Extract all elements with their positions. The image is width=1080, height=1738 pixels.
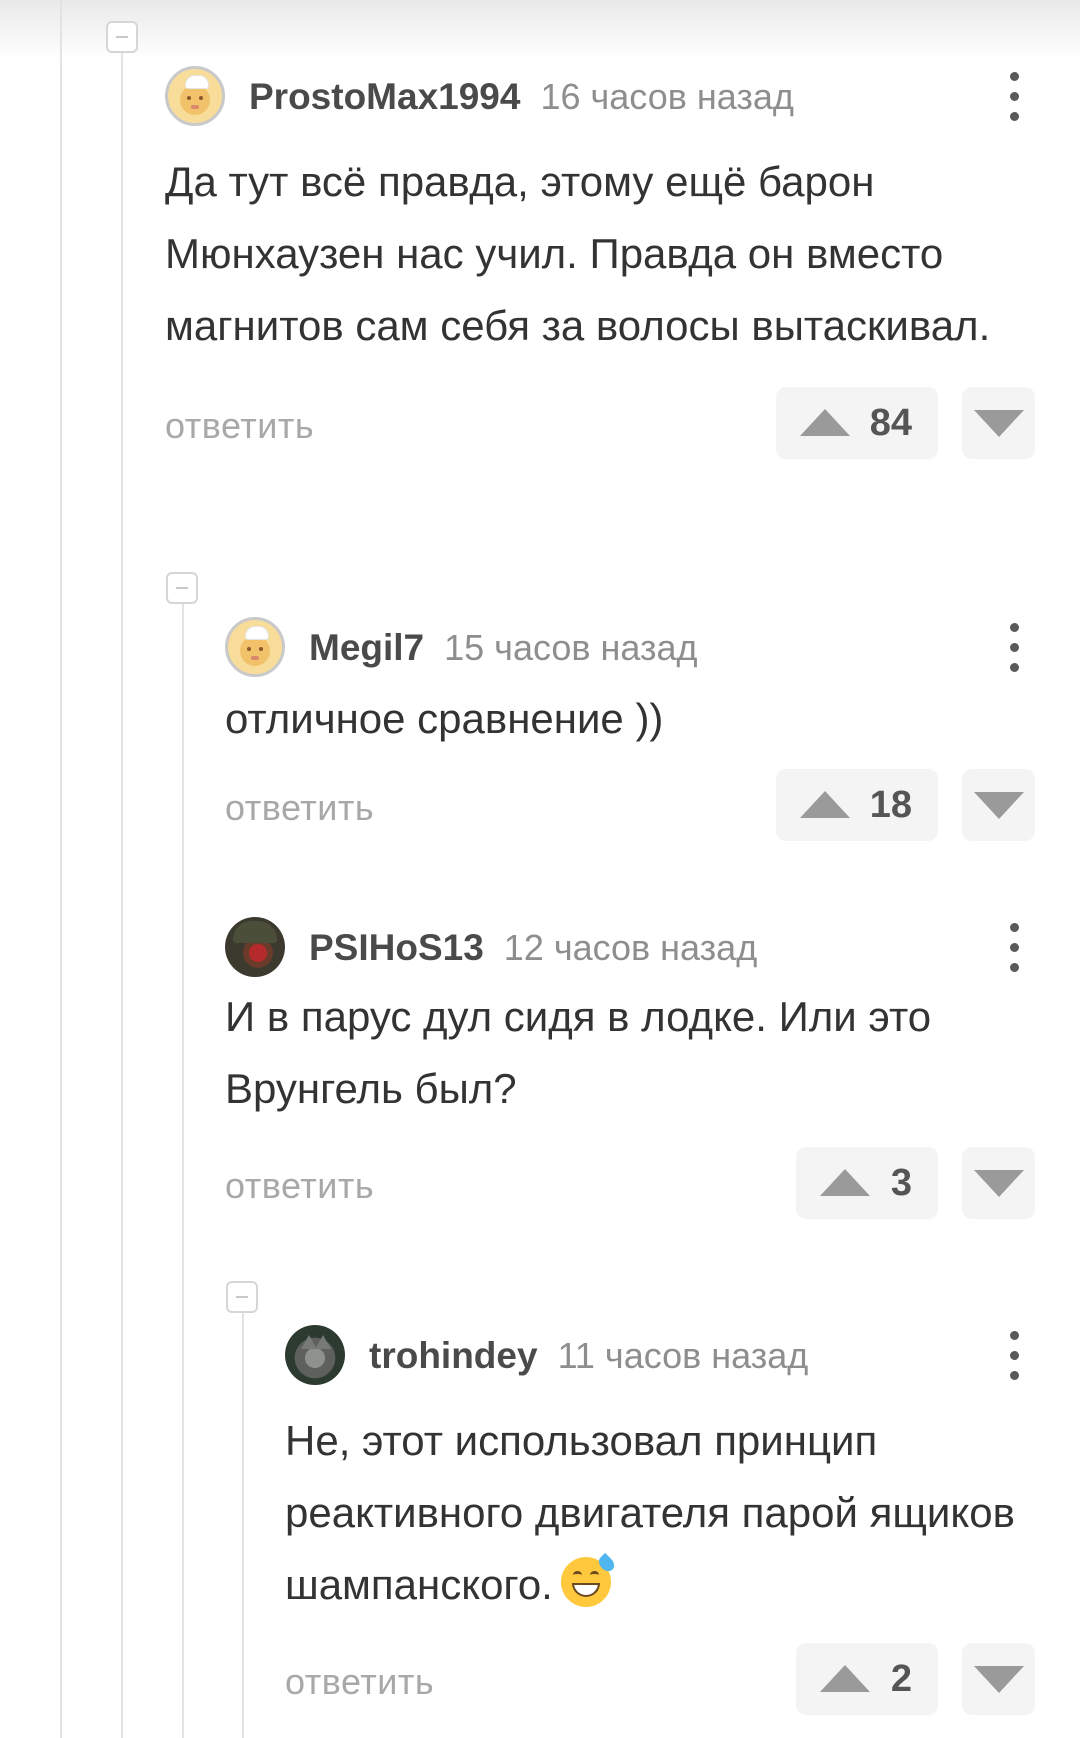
upvote-button[interactable]: 2: [796, 1643, 938, 1715]
avatar[interactable]: [225, 917, 285, 977]
avatar-hat-icon: [185, 75, 209, 89]
author-line: ProstoMax1994 16 часов назад: [249, 77, 794, 117]
comment-text: И в парус дул сидя в лодке. Или это Врун…: [225, 993, 932, 1112]
downvote-arrow-icon: [974, 410, 1024, 437]
more-vertical-icon[interactable]: [1003, 72, 1027, 122]
upvote-button[interactable]: 3: [796, 1147, 938, 1219]
avatar-face-icon: [240, 636, 270, 666]
timestamp: 12 часов назад: [503, 927, 758, 968]
comment-text: отличное сравнение )): [225, 695, 664, 742]
comment: PSIHoS13 12 часов назад И в парус дул сид…: [225, 917, 1035, 1219]
comment-footer: ответить 84: [165, 387, 1035, 459]
username[interactable]: trohindey: [369, 1335, 538, 1376]
timestamp: 11 часов назад: [557, 1335, 809, 1376]
collapse-thread-icon[interactable]: [226, 1281, 258, 1313]
reply-button[interactable]: ответить: [225, 788, 374, 828]
vote-count: 2: [890, 1658, 912, 1700]
timestamp: 16 часов назад: [540, 76, 794, 117]
comment-footer: ответить 3: [225, 1147, 1035, 1219]
scroll-fade: [0, 0, 1080, 60]
comment: Megil7 15 часов назад отличное сравнение …: [225, 617, 1035, 841]
reply-button[interactable]: ответить: [225, 1166, 374, 1206]
thread-line-root: [60, 0, 62, 1738]
thread-line-level-1: [121, 50, 123, 1738]
collapse-thread-icon[interactable]: [166, 572, 198, 604]
downvote-arrow-icon: [974, 1170, 1024, 1197]
more-vertical-icon[interactable]: [1003, 923, 1027, 973]
downvote-button[interactable]: [962, 1147, 1035, 1219]
downvote-arrow-icon: [974, 792, 1024, 819]
username[interactable]: ProstoMax1994: [249, 76, 520, 117]
timestamp: 15 часов назад: [444, 627, 698, 668]
comment-text: Не, этот использовал принцип реактивного…: [285, 1405, 1035, 1621]
downvote-arrow-icon: [974, 1666, 1024, 1693]
comment-header: trohindey 11 часов назад: [285, 1325, 1035, 1385]
vote-count: 3: [890, 1162, 912, 1204]
thread-line-level-2: [182, 600, 184, 1738]
vote-count: 18: [869, 784, 912, 826]
author-line: trohindey 11 часов назад: [369, 1336, 808, 1376]
author-line: PSIHoS13 12 часов назад: [309, 928, 757, 968]
upvote-button[interactable]: 84: [776, 387, 938, 459]
comment: trohindey 11 часов назад Не, этот использ…: [285, 1325, 1035, 1715]
downvote-button[interactable]: [962, 769, 1035, 841]
comment-text-body: Не, этот использовал принцип реактивного…: [285, 1417, 1015, 1608]
upvote-arrow-icon: [800, 409, 850, 436]
more-vertical-icon[interactable]: [1003, 1331, 1027, 1381]
reply-button[interactable]: ответить: [285, 1662, 434, 1702]
avatar[interactable]: [165, 66, 225, 126]
downvote-button[interactable]: [962, 1643, 1035, 1715]
avatar-face-icon: [180, 85, 210, 115]
comment-footer: ответить 2: [285, 1643, 1035, 1715]
avatar[interactable]: [225, 617, 285, 677]
reply-button[interactable]: ответить: [165, 406, 314, 446]
comment-header: PSIHoS13 12 часов назад: [225, 917, 1035, 977]
username[interactable]: Megil7: [309, 627, 424, 668]
grinning-face-with-sweat-icon: [560, 1552, 617, 1607]
comment: ProstoMax1994 16 часов назад Да тут всё п…: [165, 66, 1035, 459]
username[interactable]: PSIHoS13: [309, 927, 484, 968]
author-line: Megil7 15 часов назад: [309, 628, 698, 668]
comment-header: Megil7 15 часов назад: [225, 617, 1035, 677]
upvote-arrow-icon: [820, 1169, 870, 1196]
vote-count: 84: [869, 402, 912, 444]
comment-text: Да тут всё правда, этому ещё барон Мюнха…: [165, 158, 991, 349]
thread-line-level-3: [242, 1310, 244, 1738]
downvote-button[interactable]: [962, 387, 1035, 459]
avatar-hat-icon: [245, 626, 269, 640]
upvote-arrow-icon: [800, 791, 850, 818]
comment-footer: ответить 18: [225, 769, 1035, 841]
more-vertical-icon[interactable]: [1003, 623, 1027, 673]
comment-header: ProstoMax1994 16 часов назад: [165, 66, 1035, 126]
avatar[interactable]: [285, 1325, 345, 1385]
collapse-thread-icon[interactable]: [106, 21, 138, 53]
upvote-arrow-icon: [820, 1665, 870, 1692]
upvote-button[interactable]: 18: [776, 769, 938, 841]
